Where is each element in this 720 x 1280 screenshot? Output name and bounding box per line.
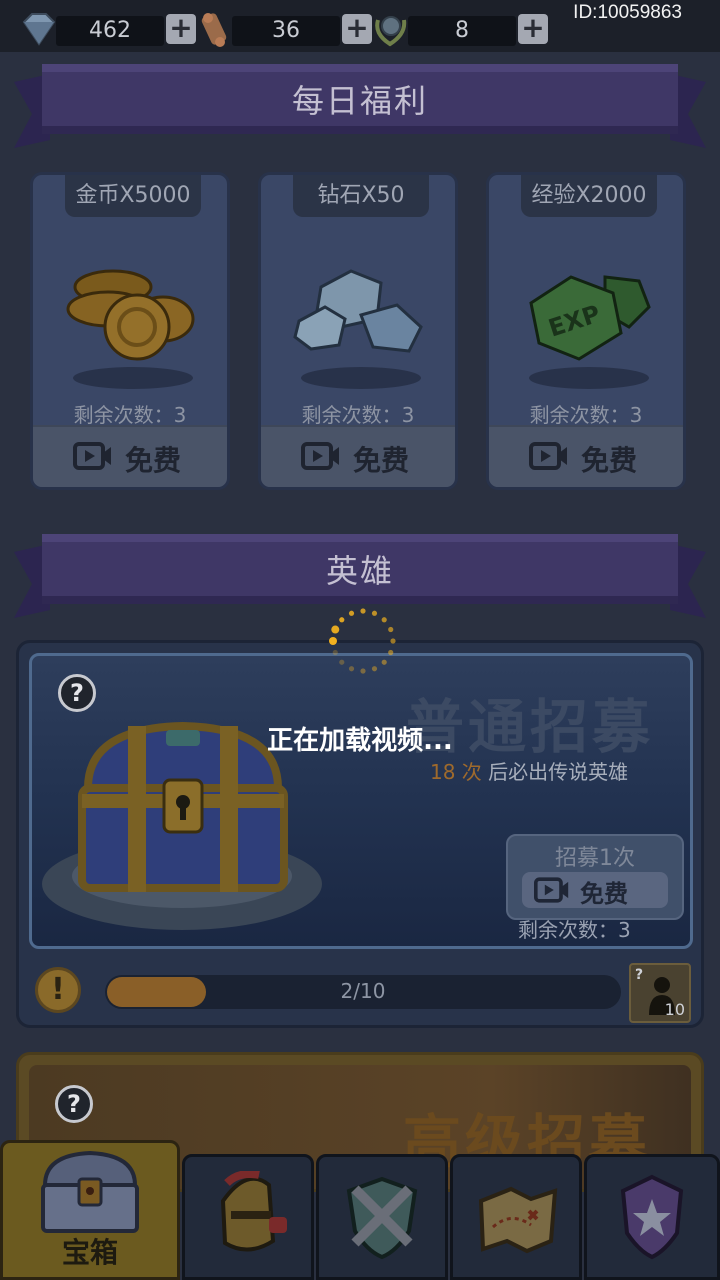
normal-recruit-help-button[interactable]: ? <box>58 674 96 712</box>
loading-spinner-icon <box>329 608 396 674</box>
gold-coins-icon <box>66 269 195 361</box>
guild-banner-icon <box>620 1174 684 1260</box>
add-diamond-button[interactable]: + <box>166 14 196 44</box>
recruit-remaining: 剩余次数：3 <box>518 918 631 942</box>
card-tag: 经验X2000 <box>521 175 657 217</box>
video-icon <box>534 877 569 903</box>
laurel-medal-icon <box>375 16 407 47</box>
spinner-dot <box>360 668 366 674</box>
spinner-dot <box>371 610 378 616</box>
card-tag: 金币X5000 <box>65 175 201 217</box>
scroll-icon <box>201 13 227 47</box>
info-warning-button[interactable]: ! <box>35 967 81 1013</box>
nav-tab-chest[interactable]: 宝箱 <box>0 1140 180 1280</box>
nav-tab-heroes[interactable] <box>182 1154 314 1280</box>
diamond-count: 462 <box>56 16 164 46</box>
exp-gems-icon: EXP <box>529 275 651 361</box>
spinner-dot <box>329 637 337 645</box>
user-id: ID:10059863 <box>573 2 682 23</box>
normal-recruit-panel: ? 普通招募 18 次 后必出传说英雄 招募1次 免费 剩余次数：3 ! 2/1… <box>16 640 704 1028</box>
guarantee-count: 18 次 <box>430 760 482 784</box>
video-icon <box>301 442 339 470</box>
spinner-dot <box>381 617 387 623</box>
spinner-dot <box>371 666 378 672</box>
nav-tab-map[interactable] <box>450 1154 582 1280</box>
free-label: 免费 <box>353 444 410 477</box>
daily-benefits-title: 每日福利 <box>291 82 428 120</box>
daily-card-exp: 经验X2000 EXP 剩余次数：3 免费 <box>486 172 686 490</box>
nav-tab-chest-label: 宝箱 <box>61 1236 118 1269</box>
free-diamond-button[interactable]: 免费 <box>261 425 455 487</box>
spinner-dot <box>381 659 387 665</box>
treasure-map-icon <box>478 1186 558 1254</box>
card-tag: 钻石X50 <box>293 175 429 217</box>
recruit-progress-row: ! 2/10 ? 10 <box>19 959 701 1027</box>
add-medal-button[interactable]: + <box>518 14 548 44</box>
guarantee-suffix: 后必出传说英雄 <box>481 760 629 784</box>
free-gold-button[interactable]: 免费 <box>33 425 227 487</box>
recruit-once-label: 招募1次 <box>555 846 635 871</box>
recruit-progress-bar: 2/10 <box>105 975 621 1009</box>
recruit-free-label: 免费 <box>580 880 628 908</box>
advanced-recruit-help-button[interactable]: ? <box>55 1085 93 1123</box>
hero-title: 英雄 <box>325 552 394 590</box>
medal-count: 8 <box>408 16 516 46</box>
treasure-chest-icon <box>41 1150 139 1233</box>
remaining-count: 剩余次数：3 <box>529 403 643 427</box>
scroll-count: 36 <box>232 16 340 46</box>
spinner-dot <box>331 625 340 634</box>
spinner-dot <box>339 659 345 665</box>
bottom-navigation: 宝箱 <box>0 1140 720 1280</box>
spinner-dot <box>339 617 345 623</box>
remaining-count: 剩余次数：3 <box>301 403 415 427</box>
app-screen: 462 + 36 + 8 + ID:10059863 每日福利 金币X5000 … <box>0 0 720 1280</box>
nav-tab-battle[interactable] <box>316 1154 448 1280</box>
recruit-free-badge: 免费 <box>522 872 668 908</box>
diamonds-icon <box>293 269 423 353</box>
hero-reward-help: ? <box>635 967 644 983</box>
loading-video-text: 正在加载视频... <box>267 726 453 756</box>
spinner-dot <box>332 649 338 656</box>
video-icon <box>529 442 567 470</box>
daily-benefits-banner: 每日福利 <box>14 58 706 148</box>
guarantee-text: 18 次 后必出传说英雄 <box>430 756 628 785</box>
spinner-dot <box>388 626 394 633</box>
spinner-dot <box>388 649 394 656</box>
spinner-dot <box>360 608 366 614</box>
recruit-once-button[interactable]: 招募1次 免费 <box>506 834 684 920</box>
daily-card-diamond: 钻石X50 剩余次数：3 免费 <box>258 172 458 490</box>
spinner-dot <box>390 638 396 644</box>
spinner-dot <box>348 666 355 672</box>
hero-reward-box[interactable]: ? 10 <box>629 963 691 1023</box>
crossed-swords-shield-icon <box>346 1176 418 1260</box>
daily-card-gold: 金币X5000 剩余次数：3 免费 <box>30 172 230 490</box>
add-scroll-button[interactable]: + <box>342 14 372 44</box>
hero-reward-count: 10 <box>664 1000 685 1019</box>
video-icon <box>73 442 111 470</box>
nav-tab-guild[interactable] <box>584 1154 720 1280</box>
top-resource-bar: 462 + 36 + 8 + ID:10059863 <box>0 0 720 52</box>
progress-text: 2/10 <box>340 979 386 1003</box>
diamond-icon <box>22 13 56 46</box>
normal-recruit-scene: ? 普通招募 18 次 后必出传说英雄 招募1次 免费 剩余次数：3 <box>29 653 693 949</box>
free-label: 免费 <box>125 444 182 477</box>
free-label: 免费 <box>581 444 638 477</box>
free-exp-button[interactable]: 免费 <box>489 425 683 487</box>
spinner-dot <box>348 610 355 616</box>
knight-helmet-icon <box>220 1171 287 1252</box>
remaining-count: 剩余次数：3 <box>73 403 187 427</box>
